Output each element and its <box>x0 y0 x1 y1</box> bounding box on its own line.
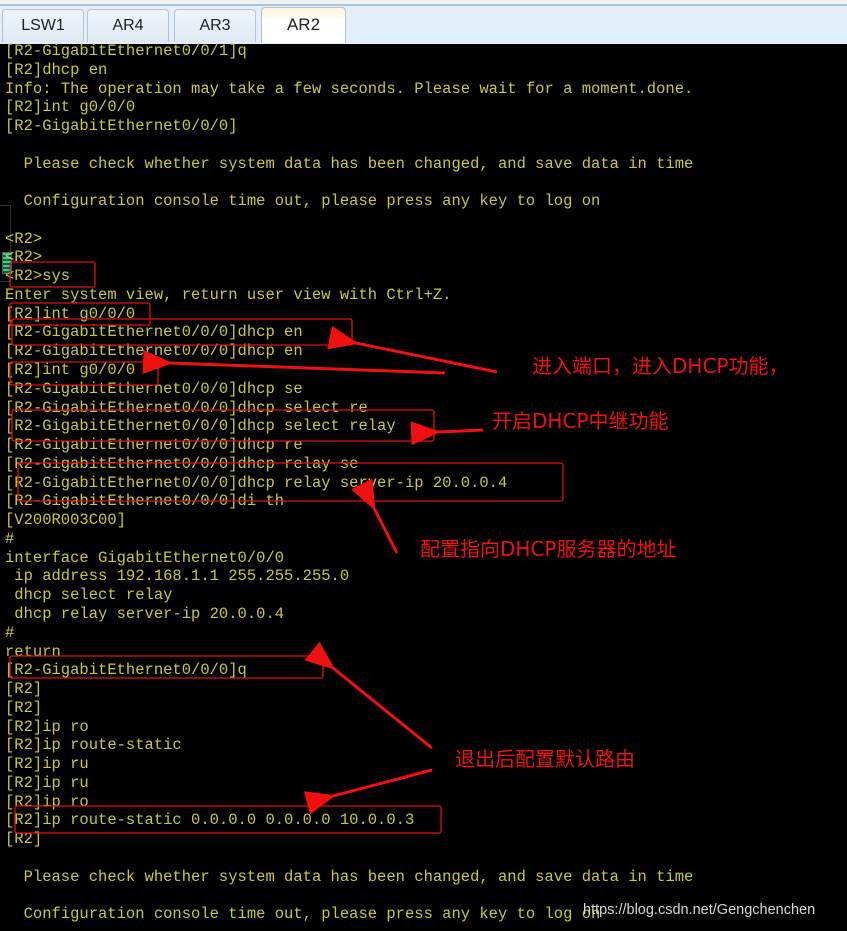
terminal-line: Info: The operation may take a few secon… <box>5 79 694 98</box>
terminal-line: ip address 192.168.1.1 255.255.255.0 <box>5 567 350 586</box>
tab-lsw1[interactable]: LSW1 <box>2 9 84 42</box>
terminal-line: [R2]ip route-static 0.0.0.0 0.0.0.0 10.0… <box>5 811 415 830</box>
device-tab-bar: LSW1 AR4 AR3 AR2 <box>0 0 847 46</box>
terminal-line: [R2]dhcp en <box>5 60 108 79</box>
terminal-line: [R2-GigabitEthernet0/0/0]dhcp en <box>5 323 303 342</box>
terminal-line: Please check whether system data has bee… <box>5 867 694 886</box>
terminal-line: Configuration console time out, please p… <box>5 192 601 211</box>
terminal-line: [R2]int g0/0/0 <box>5 304 136 323</box>
terminal-line: [R2-GigabitEthernet0/0/0]di th <box>5 492 285 511</box>
terminal-line: [R2-GigabitEthernet0/0/0]q <box>5 661 247 680</box>
terminal-line: [R2]ip ro <box>5 717 89 736</box>
terminal-output: [R2-GigabitEthernet0/0/1]q [R2]dhcp en Inf… <box>5 42 693 924</box>
annotation-server-address: 配置指向DHCP服务器的地址 <box>420 537 677 561</box>
tab-ar3[interactable]: AR3 <box>174 9 256 42</box>
terminal-line: dhcp select relay <box>5 586 173 605</box>
terminal-line: dhcp relay server-ip 20.0.0.4 <box>5 604 285 623</box>
terminal-line: [R2-GigabitEthernet0/0/0] <box>5 117 238 136</box>
tab-ar4[interactable]: AR4 <box>87 9 169 42</box>
watermark: https://blog.csdn.net/Gengchenchen <box>583 902 816 918</box>
terminal-line: return <box>5 642 61 661</box>
terminal-line: <R2> <box>5 248 43 267</box>
annotation-enter-port: 进入端口，进入DHCP功能， <box>532 354 789 378</box>
tab-ar2[interactable]: AR2 <box>261 7 346 43</box>
terminal-line: [R2-GigabitEthernet0/0/0]dhcp re <box>5 436 303 455</box>
terminal-line: [R2-GigabitEthernet0/0/0]dhcp relay se <box>5 454 359 473</box>
terminal-line: [R2]ip ru <box>5 773 89 792</box>
terminal-line: [R2-GigabitEthernet0/0/0]dhcp relay serv… <box>5 473 508 492</box>
terminal-line: Enter system view, return user view with… <box>5 285 452 304</box>
terminal-line: [R2-GigabitEthernet0/0/1]q <box>5 42 247 60</box>
terminal-line: [R2] <box>5 680 43 699</box>
terminal-line: [R2]int g0/0/0 <box>5 98 136 117</box>
terminal-line: [R2]ip ro <box>5 792 89 811</box>
annotation-enable-relay: 开启DHCP中继功能 <box>492 409 669 433</box>
terminal-line: [R2-GigabitEthernet0/0/0]dhcp se <box>5 379 303 398</box>
terminal-line: # <box>5 623 15 642</box>
annotation-default-route: 退出后配置默认路由 <box>455 747 635 771</box>
terminal-line: <R2>sys <box>5 267 71 286</box>
terminal-line: <R2> <box>5 229 43 248</box>
terminal-line: [V200R003C00] <box>5 511 126 530</box>
terminal-line: Please check whether system data has bee… <box>5 154 694 173</box>
terminal-line: [R2] <box>5 698 43 717</box>
terminal-line: [R2] <box>5 830 43 849</box>
